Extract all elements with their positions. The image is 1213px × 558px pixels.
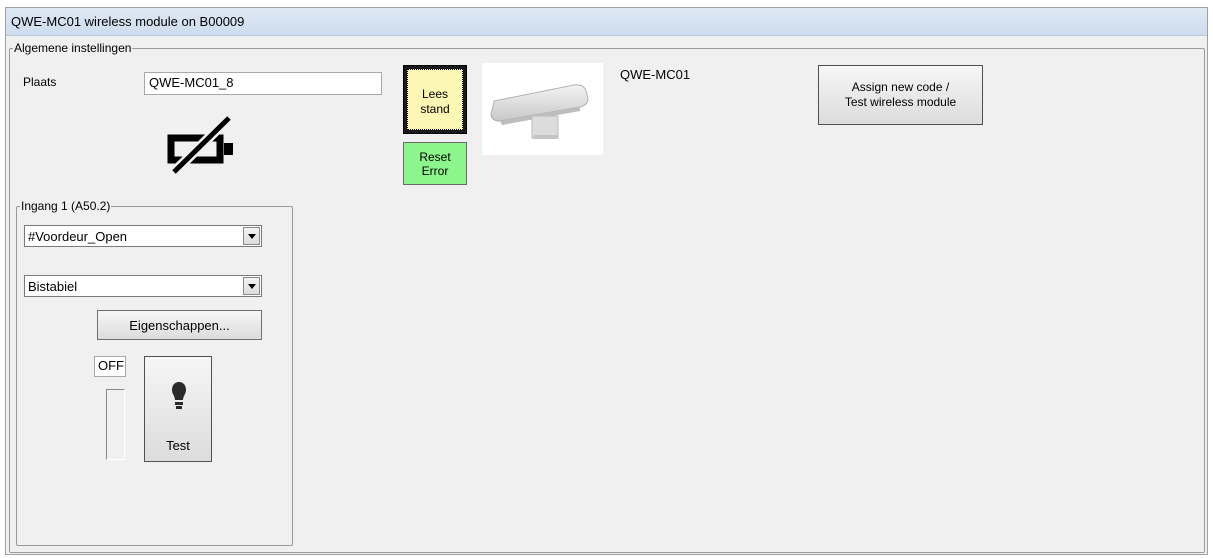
reset-error-line1: Reset — [419, 150, 451, 164]
state-display: OFF — [94, 356, 126, 377]
assign-code-button[interactable]: Assign new code / Test wireless module — [818, 65, 983, 125]
module-name: QWE-MC01 — [620, 67, 691, 82]
read-state-button[interactable]: Lees stand — [403, 65, 467, 134]
module-image — [482, 63, 603, 155]
signal-select[interactable]: #Voordeur_Open — [24, 225, 262, 247]
general-settings-group: Algemene instellingen Plaats QWE-MC01_8 … — [9, 41, 1205, 553]
input1-group: Ingang 1 (A50.2) #Voordeur_Open Bistabie… — [16, 199, 293, 546]
module-window: QWE-MC01 wireless module on B00009 Algem… — [5, 7, 1208, 555]
assign-code-line2: Test wireless module — [844, 95, 957, 109]
properties-button[interactable]: Eigenschappen... — [97, 310, 262, 340]
light-bulb-icon — [171, 381, 187, 417]
reset-error-button[interactable]: Reset Error — [403, 142, 467, 185]
input1-title: Ingang 1 (A50.2) — [20, 199, 112, 213]
properties-button-label: Eigenschappen... — [129, 318, 230, 333]
signal-select-arrow-icon[interactable] — [243, 227, 260, 245]
place-label: Plaats — [23, 75, 57, 89]
assign-code-line1: Assign new code / — [851, 80, 950, 94]
reset-error-line2: Error — [421, 164, 449, 178]
mode-select[interactable]: Bistabiel — [24, 275, 262, 297]
test-button[interactable]: Test — [144, 356, 212, 462]
window-title: QWE-MC01 wireless module on B00009 — [11, 14, 245, 29]
place-input[interactable]: QWE-MC01_8 — [144, 72, 382, 95]
read-state-line2: stand — [420, 102, 450, 116]
state-level-bar — [106, 389, 125, 460]
general-settings-title: Algemene instellingen — [13, 41, 133, 55]
battery-empty-crossed-icon — [164, 109, 240, 179]
signal-select-value: #Voordeur_Open — [28, 229, 128, 244]
read-state-line1: Lees — [421, 87, 449, 101]
mode-select-value: Bistabiel — [28, 279, 78, 294]
title-bar: QWE-MC01 wireless module on B00009 — [6, 8, 1207, 36]
test-button-label: Test — [166, 438, 190, 453]
mode-select-arrow-icon[interactable] — [243, 277, 260, 295]
